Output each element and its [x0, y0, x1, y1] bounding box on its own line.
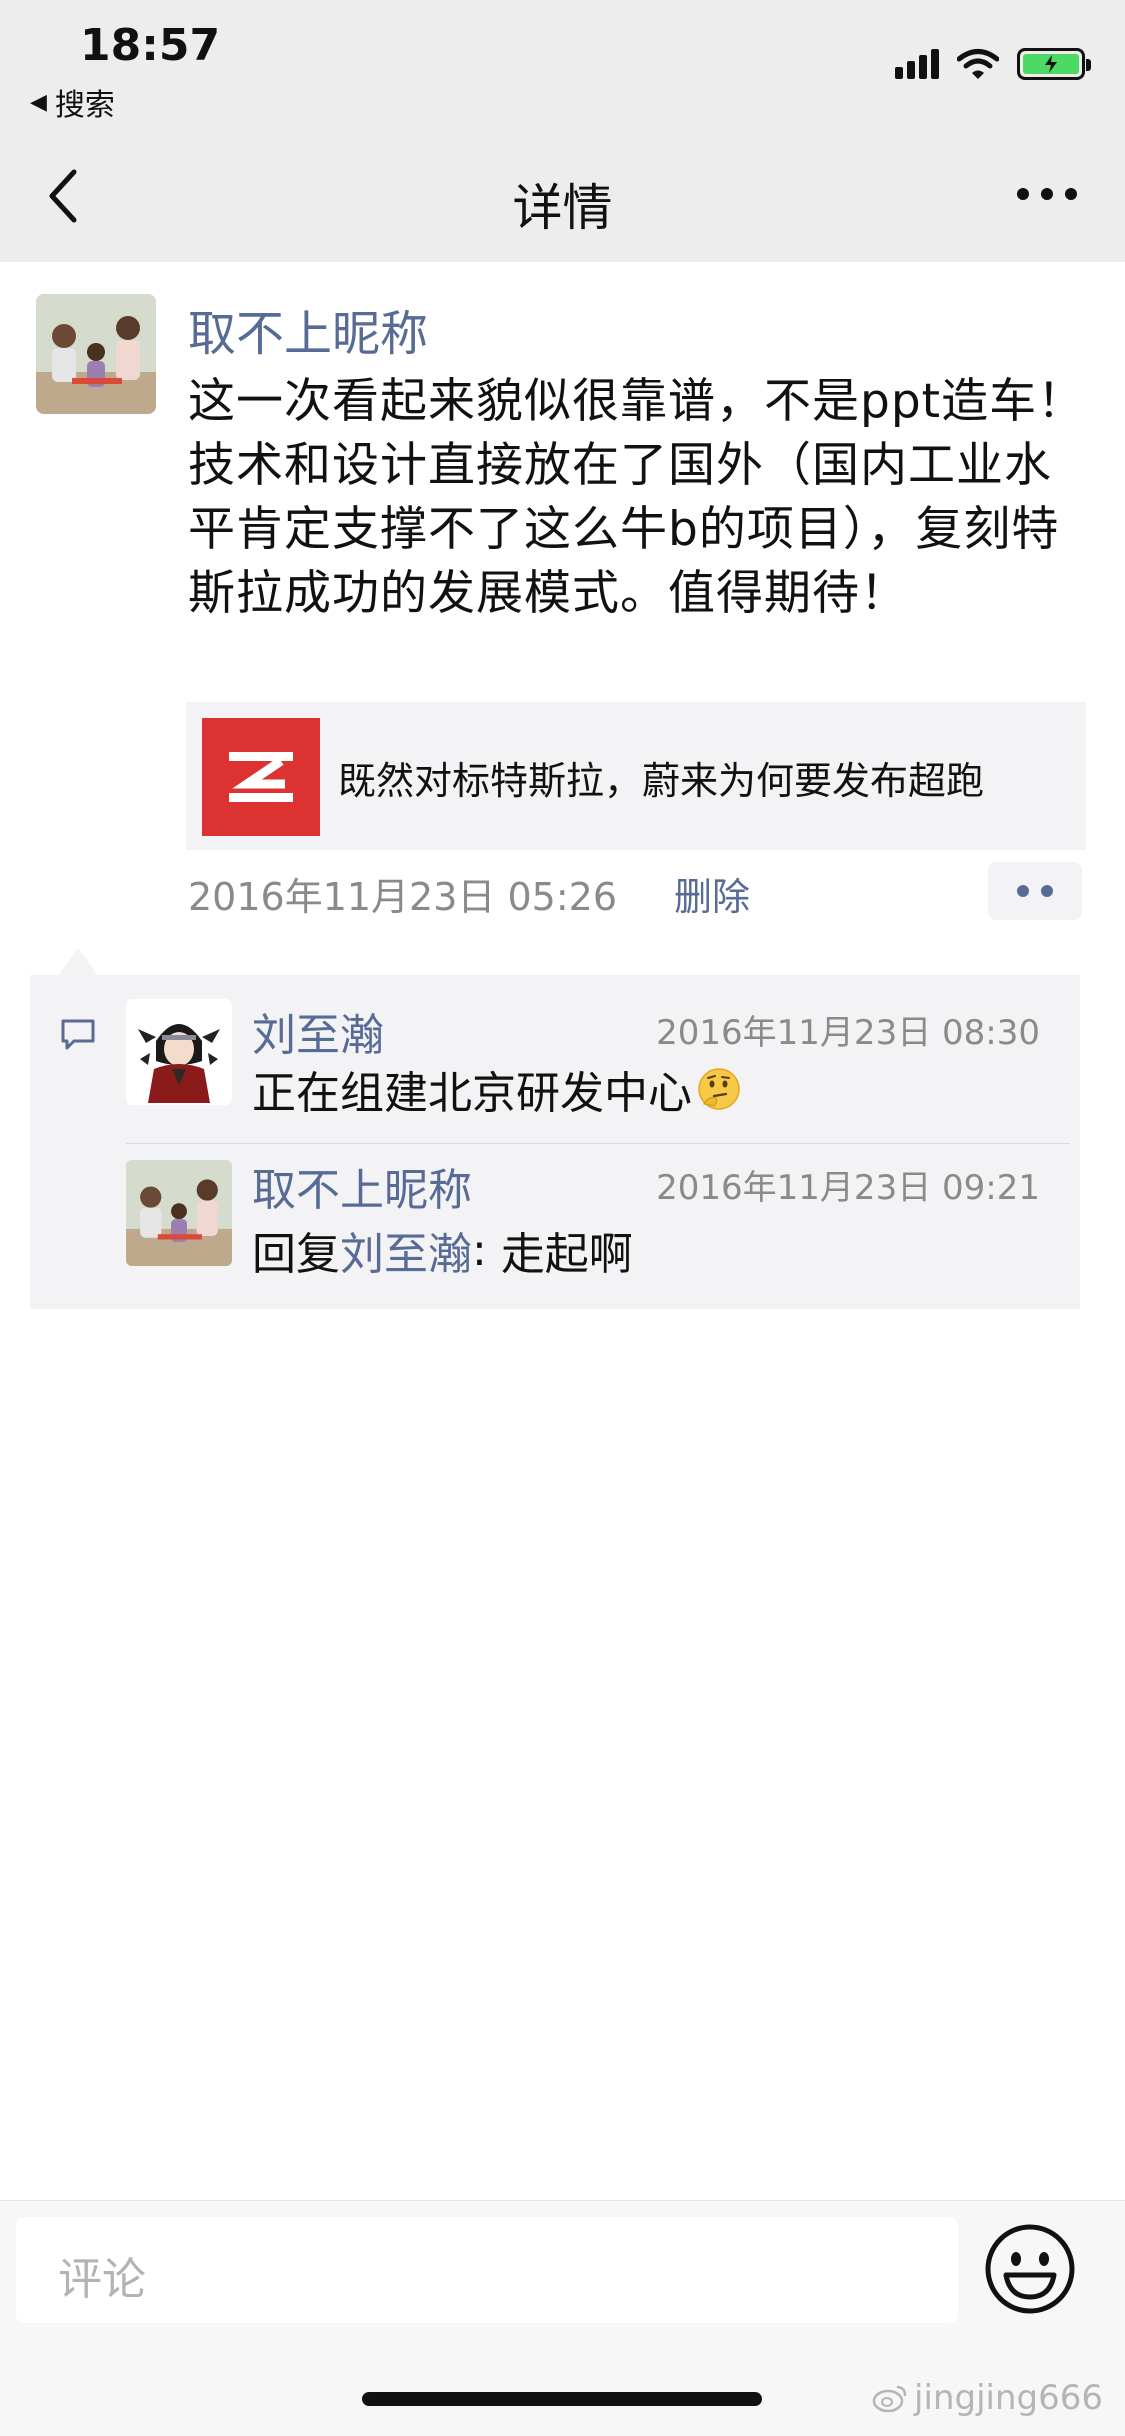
comment-text: 正在组建北京研发中心 [252, 1068, 692, 1119]
comment-timestamp: 2016年11月23日 08:30 [656, 1013, 1040, 1053]
more-icon[interactable] [1017, 188, 1077, 200]
delete-link[interactable]: 删除 [674, 866, 750, 921]
commenter-name[interactable]: 取不上昵称 [252, 1154, 472, 1218]
comments-arrow [58, 948, 98, 976]
zhihu-logo-icon [229, 752, 293, 802]
comment-text-row: 正在组建北京研发中心 [252, 1057, 742, 1121]
reply-to-name[interactable]: 刘至瀚 [340, 1218, 472, 1282]
thinking-emoji-icon [698, 1068, 740, 1110]
commenter-name[interactable]: 刘至瀚 [252, 999, 384, 1063]
post-text: 这一次看起来貌似很靠谱，不是ppt造车！技术和设计直接放在了国外（国内工业水平肯… [188, 374, 1086, 621]
link-title: 既然对标特斯拉，蔚来为何要发布超跑 [338, 759, 985, 803]
comments-section: 刘至瀚 2016年11月23日 08:30 正在组建北京研发中心 取不上昵称 2… [30, 975, 1080, 1309]
back-to-app-link[interactable]: ◀ 搜索 [30, 80, 115, 124]
anime-avatar [126, 999, 232, 1105]
reply-prefix: 回复 [252, 1229, 340, 1280]
commenter-avatar[interactable] [126, 999, 232, 1105]
back-to-app-label: 搜索 [54, 88, 115, 123]
comment-item[interactable]: 刘至瀚 2016年11月23日 08:30 正在组建北京研发中心 [126, 999, 1070, 1119]
page-title: 详情 [512, 179, 613, 237]
comment-text: 走起啊 [500, 1229, 633, 1280]
comment-input[interactable]: 评论 [16, 2217, 958, 2323]
signal-icon [895, 49, 939, 79]
family-photo [36, 294, 156, 414]
post-timestamp: 2016年11月23日 05:26 [188, 875, 618, 919]
comment-timestamp: 2016年11月23日 09:21 [656, 1168, 1040, 1208]
watermark: jingjing666 [872, 2378, 1103, 2418]
post-author-name[interactable]: 取不上昵称 [188, 294, 428, 364]
battery-icon [1017, 48, 1091, 80]
top-bar: 18:57 ◀ 搜索 详情 [0, 0, 1125, 262]
wifi-icon [957, 49, 999, 79]
comment-icon [61, 1019, 95, 1050]
status-icons [895, 48, 1091, 80]
comment-text-row: 回复 刘至瀚 : 走起啊 [252, 1218, 633, 1282]
watermark-text: jingjing666 [914, 2378, 1103, 2418]
status-time: 18:57 [80, 20, 221, 71]
reply-separator: : [472, 1224, 501, 1276]
link-thumbnail [202, 718, 320, 836]
weibo-logo-icon [872, 2385, 907, 2413]
back-triangle-icon: ◀ [30, 89, 47, 115]
post-author-avatar[interactable] [36, 294, 156, 414]
like-comment-button[interactable] [988, 862, 1082, 920]
comment-item[interactable]: 取不上昵称 2016年11月23日 09:21 回复 刘至瀚 : 走起啊 [126, 1143, 1070, 1283]
link-card[interactable]: 既然对标特斯拉，蔚来为何要发布超跑 [186, 702, 1086, 850]
home-indicator [362, 2392, 762, 2406]
family-photo [126, 1160, 232, 1266]
emoji-icon[interactable] [982, 2221, 1078, 2317]
commenter-avatar[interactable] [126, 1160, 232, 1266]
